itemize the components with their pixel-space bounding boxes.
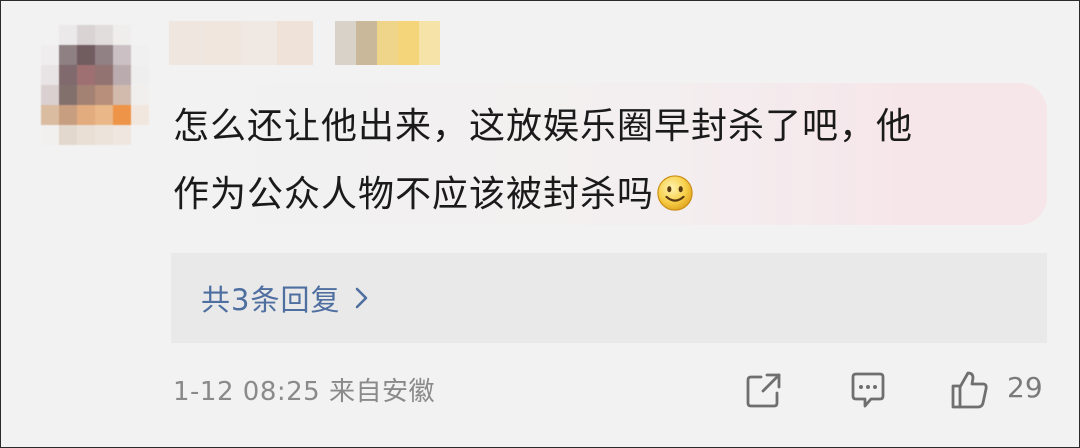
username[interactable] <box>169 21 313 65</box>
comment-card: 怎么还让他出来，这放娱乐圈早封杀了吧，他 作为公众人物不应该被封杀吗 共3条回复 <box>0 0 1080 448</box>
comment-line-1: 怎么还让他出来，这放娱乐圈早封杀了吧，他 <box>173 106 914 147</box>
location: 来自安徽 <box>328 377 435 407</box>
thumbs-up-icon[interactable] <box>949 369 991 411</box>
replies-label: 共3条回复 <box>201 283 341 317</box>
smile-icon <box>657 175 693 211</box>
share-icon[interactable] <box>743 369 785 411</box>
chevron-right-icon <box>356 287 368 309</box>
timestamp: 1-12 08:25 <box>173 377 321 407</box>
view-replies-button[interactable]: 共3条回复 <box>171 253 1047 343</box>
comment-text: 怎么还让他出来，这放娱乐圈早封杀了吧，他 作为公众人物不应该被封杀吗 <box>173 93 1033 229</box>
comment-icon[interactable] <box>847 369 889 411</box>
user-badge <box>335 21 440 65</box>
comment-line-2-text: 作为公众人物不应该被封杀吗 <box>173 174 655 215</box>
comment-line-2: 作为公众人物不应该被封杀吗 <box>173 161 1033 229</box>
comment-meta: 1-12 08:25 来自安徽 <box>173 371 435 408</box>
like-count: 29 <box>1007 371 1043 404</box>
avatar[interactable] <box>41 25 149 145</box>
